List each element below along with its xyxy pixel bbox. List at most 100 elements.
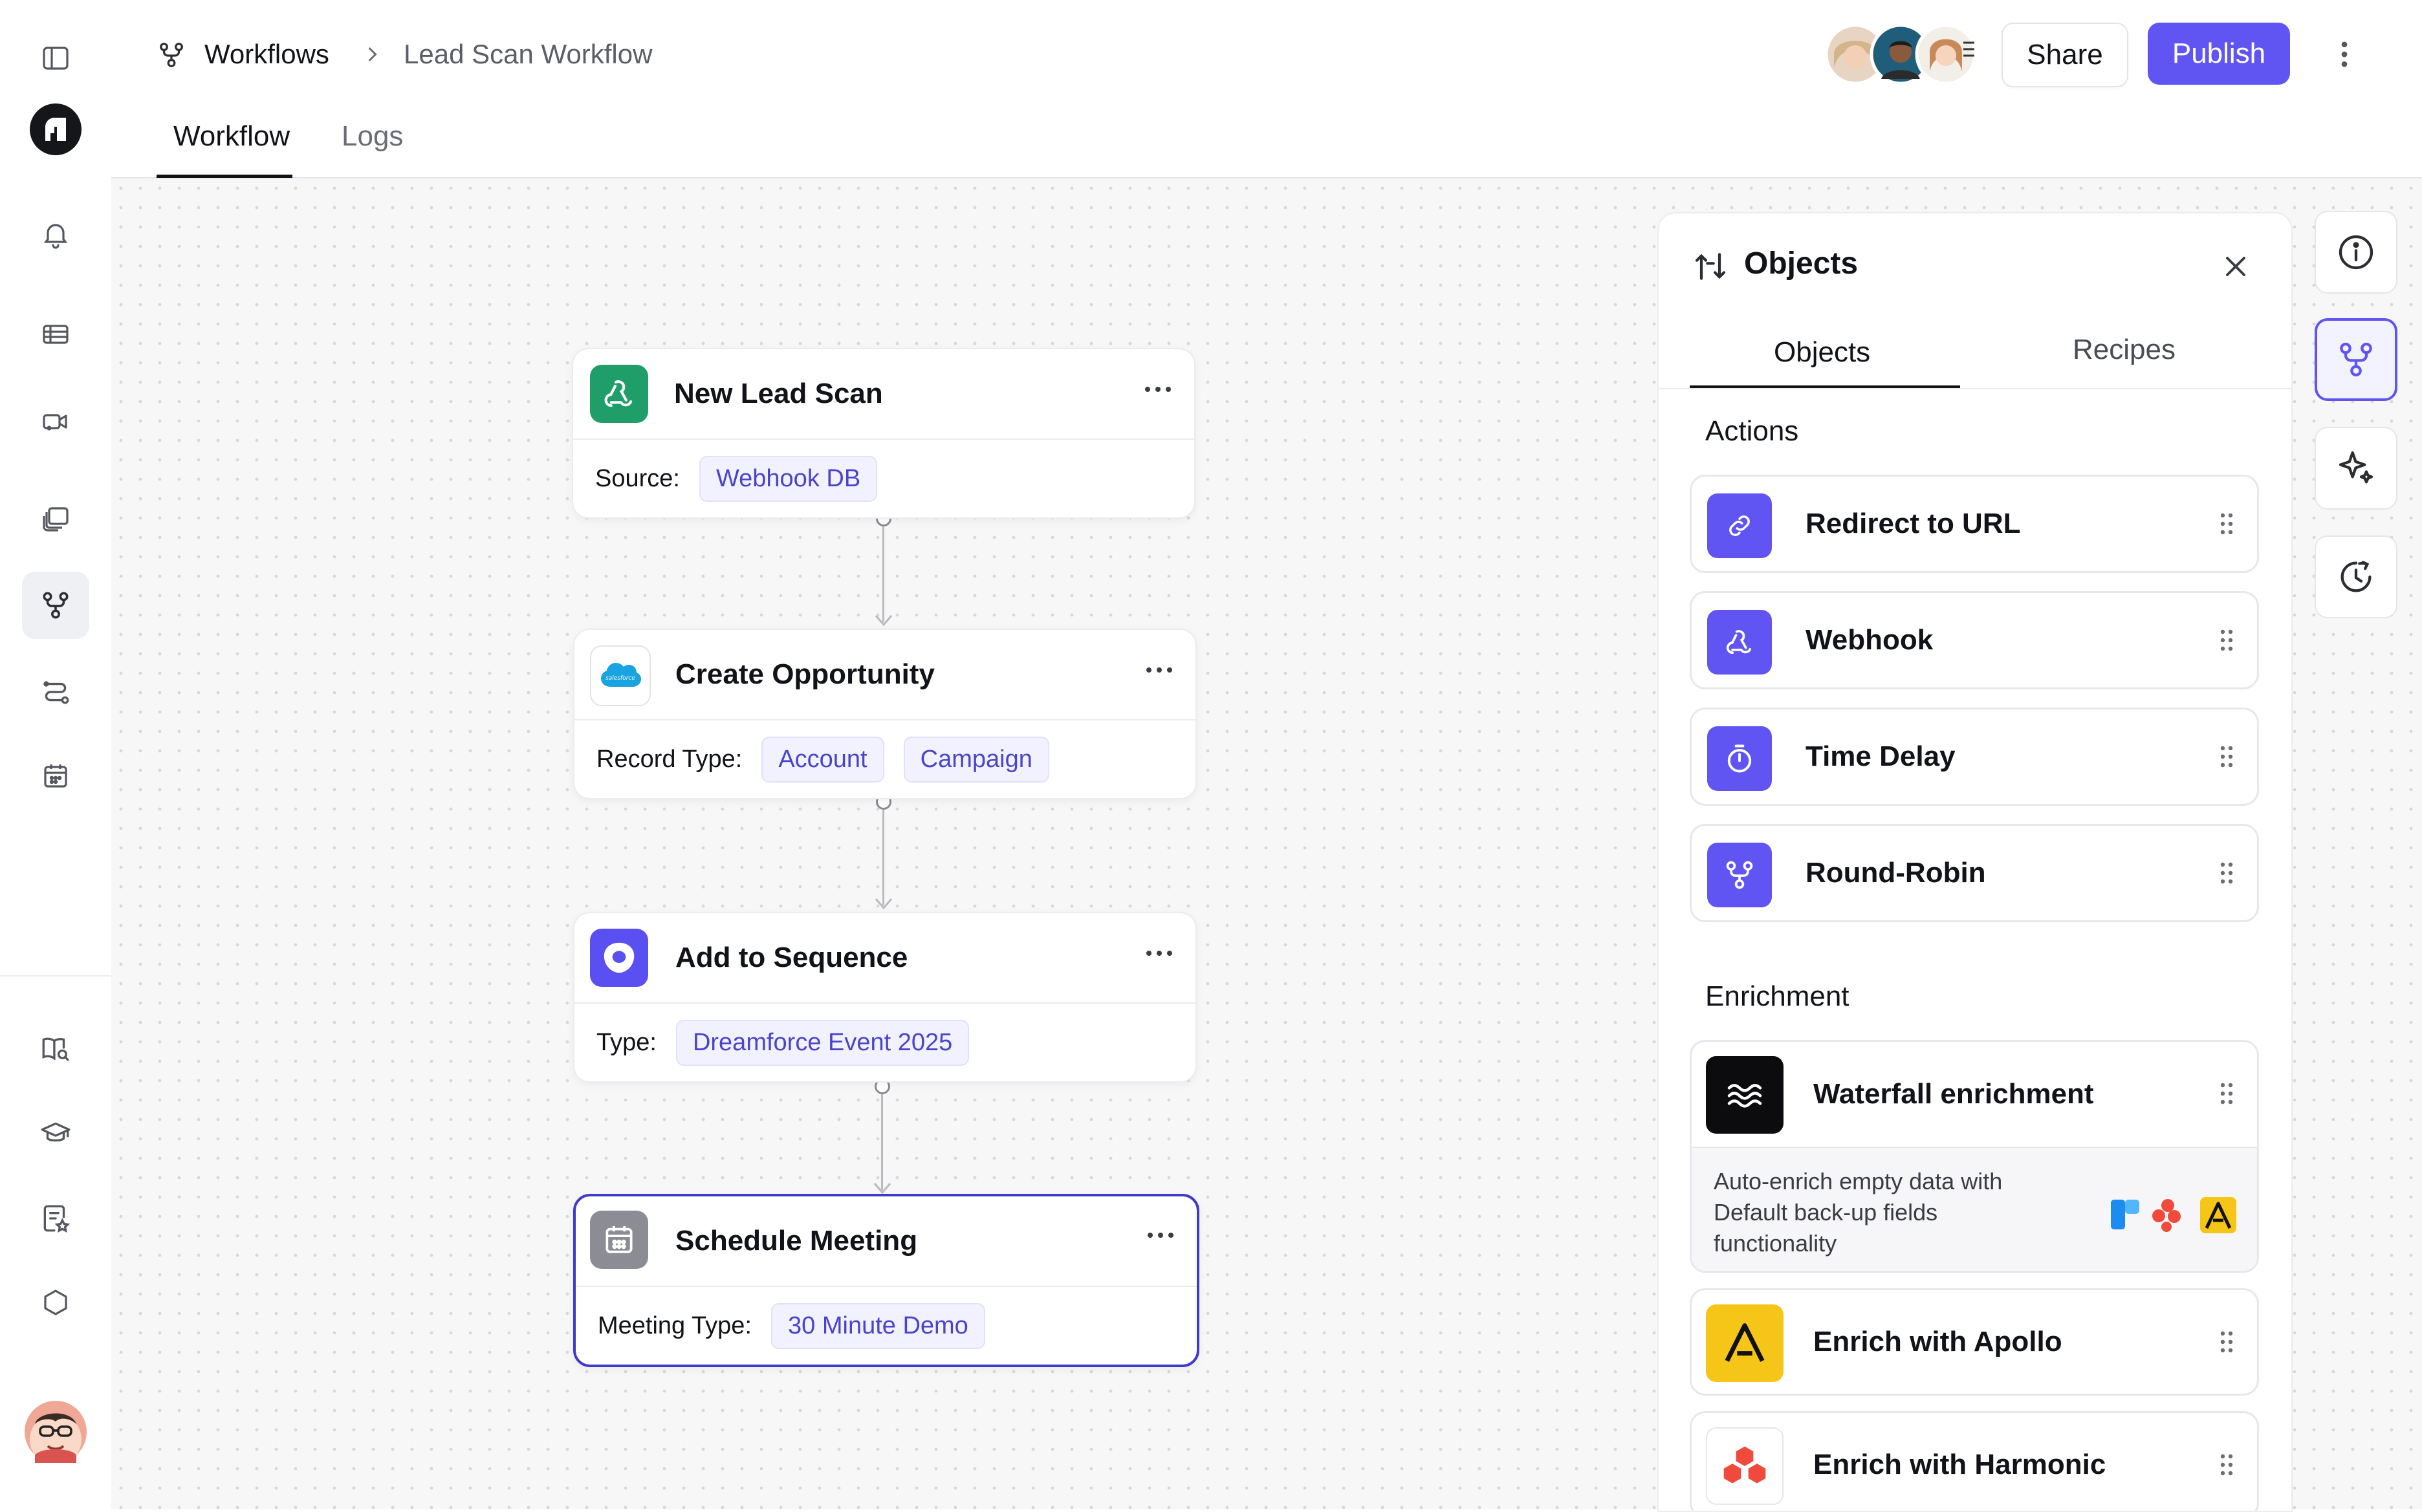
user-avatar[interactable] [22, 1398, 89, 1465]
history-button[interactable] [2315, 535, 2397, 618]
cards-icon[interactable] [22, 485, 89, 552]
webhook-icon [1707, 610, 1772, 675]
panel-tab-divider [1659, 388, 2291, 389]
field-label: Meeting Type: [598, 1312, 752, 1339]
connector-line [882, 526, 884, 622]
drag-handle-icon[interactable] [2220, 512, 2234, 535]
action-label: Redirect to URL [1806, 508, 2021, 539]
branch-icon [1707, 843, 1772, 907]
publish-button[interactable]: Publish [2148, 23, 2290, 85]
workflow-node-new-lead-scan[interactable]: New Lead Scan Source: Webhook DB [572, 348, 1195, 519]
drag-handle-icon[interactable] [2220, 629, 2234, 652]
bell-icon[interactable] [22, 200, 89, 268]
action-label: Time Delay [1806, 740, 1956, 772]
calendar-icon[interactable] [22, 742, 89, 810]
more-horizontal-icon[interactable] [1146, 1231, 1175, 1239]
drag-handle-icon[interactable] [2220, 1330, 2234, 1354]
objects-icon [1692, 248, 1729, 285]
close-icon[interactable] [2219, 250, 2253, 283]
tab-workflow[interactable]: Workflow [173, 120, 290, 153]
salesforce-logo: salesforce [590, 645, 651, 706]
app-logo[interactable] [22, 96, 89, 163]
info-icon [2339, 235, 2373, 270]
value-chip[interactable]: Webhook DB [699, 455, 878, 502]
action-label: Webhook [1806, 624, 1934, 656]
connector-line [881, 1094, 883, 1190]
knowledge-search-icon[interactable] [22, 1015, 89, 1083]
action-item-webhook[interactable]: Webhook [1690, 591, 2259, 689]
drag-handle-icon[interactable] [2220, 745, 2234, 768]
hexagon-icon[interactable] [22, 1269, 89, 1336]
waves-icon [1706, 1056, 1784, 1134]
chevron-right-icon [361, 43, 384, 66]
drag-handle-icon[interactable] [2220, 1082, 2234, 1105]
node-title: New Lead Scan [674, 378, 883, 409]
workflow-node-schedule-meeting[interactable]: Schedule Meeting Meeting Type: 30 Minute… [573, 1194, 1199, 1367]
harmonic-logo [1706, 1427, 1784, 1505]
more-horizontal-icon[interactable] [1145, 949, 1173, 957]
action-item-round-robin[interactable]: Round-Robin [1690, 824, 2259, 922]
drag-handle-icon[interactable] [2220, 861, 2234, 885]
left-rail [0, 0, 113, 1509]
more-vertical-icon[interactable] [2333, 38, 2356, 71]
breadcrumb-root[interactable]: Workflows [204, 39, 329, 70]
value-chip[interactable]: 30 Minute Demo [771, 1302, 985, 1349]
field-label: Record Type: [596, 745, 743, 773]
arrow-down-icon [873, 613, 894, 627]
workflow-node-add-to-sequence[interactable]: Add to Sequence Type: Dreamforce Event 2… [573, 912, 1197, 1083]
enrichment-label: Enrich with Harmonic [1813, 1449, 2106, 1480]
webhook-icon [590, 365, 648, 423]
enrichment-item-harmonic[interactable]: Enrich with Harmonic [1690, 1411, 2259, 1511]
active-tab-underline [157, 175, 292, 178]
video-icon[interactable] [22, 388, 89, 455]
workflows-icon[interactable] [22, 572, 89, 639]
value-chip[interactable]: Dreamforce Event 2025 [675, 1019, 970, 1066]
action-item-redirect[interactable]: Redirect to URL [1690, 475, 2259, 573]
value-chip[interactable]: Account [761, 736, 884, 783]
field-label: Source: [595, 464, 680, 492]
ai-sparkle-button[interactable] [2315, 427, 2397, 510]
field-label: Type: [596, 1028, 657, 1056]
objects-panel: Objects Objects Recipes Actions Redirect… [1657, 212, 2293, 1512]
link-icon [1707, 493, 1772, 558]
sparkle-icon [2339, 451, 2373, 484]
panel-title: Objects [1744, 246, 1859, 281]
action-item-time-delay[interactable]: Time Delay [1690, 707, 2259, 806]
routing-icon[interactable] [22, 657, 89, 724]
apollo-logo [1706, 1304, 1784, 1382]
calendar-icon [590, 1211, 648, 1269]
graduation-cap-icon[interactable] [22, 1099, 89, 1167]
panel-tab-objects[interactable]: Objects [1774, 336, 1870, 369]
rail-divider [0, 975, 111, 977]
more-horizontal-icon[interactable] [1145, 666, 1173, 674]
enrichment-label: Enrich with Apollo [1813, 1326, 2062, 1357]
drag-handle-icon[interactable] [2220, 1453, 2234, 1476]
enrichment-item-apollo[interactable]: Enrich with Apollo [1690, 1288, 2259, 1396]
node-title: Add to Sequence [675, 942, 908, 973]
branch-icon [2340, 342, 2372, 377]
connector-line [882, 810, 884, 905]
tab-logs[interactable]: Logs [342, 120, 403, 153]
breadcrumb-current: Lead Scan Workflow [404, 39, 653, 69]
panel-tab-recipes[interactable]: Recipes [2073, 334, 2176, 366]
timer-icon [1707, 726, 1772, 791]
table-icon[interactable] [22, 300, 89, 367]
sidebar-toggle-icon[interactable] [22, 25, 89, 92]
reviews-icon[interactable] [22, 1185, 89, 1252]
svg-text:salesforce: salesforce [606, 675, 635, 682]
section-title-enrichment: Enrichment [1705, 980, 1849, 1012]
value-chip[interactable]: Campaign [903, 736, 1049, 783]
share-button[interactable]: Share [2002, 23, 2128, 87]
node-title: Schedule Meeting [675, 1225, 918, 1257]
objects-toggle-button[interactable] [2315, 318, 2397, 401]
provider-logos [2110, 1194, 2239, 1233]
node-title: Create Opportunity [675, 658, 935, 690]
collaborator-avatars[interactable] [1824, 23, 1977, 85]
enrichment-item-waterfall[interactable]: Waterfall enrichment Auto-enrich empty d… [1690, 1040, 2259, 1273]
workflow-node-create-opportunity[interactable]: salesforce Create Opportunity Record Typ… [573, 629, 1197, 799]
more-horizontal-icon[interactable] [1144, 385, 1172, 393]
info-button[interactable] [2315, 211, 2397, 294]
arrow-down-icon [873, 896, 894, 911]
section-title-actions: Actions [1705, 415, 1799, 447]
history-icon [2340, 561, 2372, 592]
